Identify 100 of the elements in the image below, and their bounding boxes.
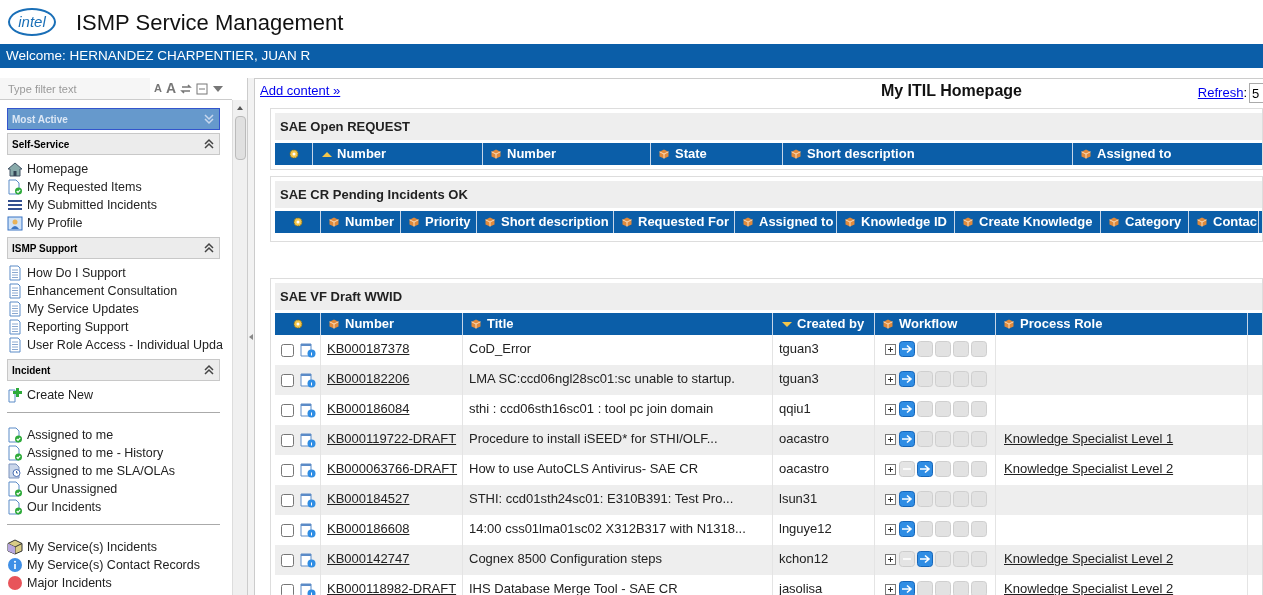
nav-link[interactable]: Our Incidents	[27, 497, 102, 517]
row-checkbox[interactable]	[281, 583, 294, 595]
font-larger-button[interactable]: A	[165, 78, 176, 99]
nav-link[interactable]: Assigned to me - History	[27, 443, 164, 463]
expand-icon[interactable]	[885, 404, 896, 415]
role-link[interactable]: Knowledge Specialist Level 2	[1004, 581, 1174, 595]
nav-link[interactable]: User Role Access - Individual Upda	[27, 335, 223, 355]
column-header[interactable]: Category	[1101, 211, 1189, 233]
collapse-icon[interactable]	[203, 364, 215, 376]
font-smaller-button[interactable]: A	[153, 80, 162, 97]
add-content-link[interactable]: Add content »	[260, 81, 660, 101]
arrow-step-icon[interactable]	[899, 341, 915, 357]
nav-link[interactable]: Homepage	[27, 159, 89, 179]
collapse-all-icon[interactable]	[196, 82, 208, 95]
gear-icon[interactable]	[291, 318, 304, 330]
nav-link[interactable]: My Service(s) Incidents	[27, 537, 157, 557]
article-link[interactable]: KB000119722-DRAFT	[327, 431, 457, 446]
refresh-field[interactable]: 5	[1249, 83, 1263, 103]
column-header[interactable]: Number	[483, 143, 651, 165]
nav-link[interactable]: Assigned to me	[27, 425, 114, 445]
section-header[interactable]: Self-Service	[7, 133, 220, 155]
article-link[interactable]: KB000186084	[327, 401, 410, 416]
section-header[interactable]: ISMP Support	[7, 237, 220, 259]
nav-link[interactable]: Assigned to me SLA/OLAs	[27, 461, 175, 481]
column-header[interactable]: Knowledge ID	[837, 211, 955, 233]
role-link[interactable]: Knowledge Specialist Level 1	[1004, 431, 1174, 446]
arrow-step-icon[interactable]	[899, 521, 915, 537]
row-checkbox[interactable]	[281, 523, 294, 537]
arrow-step-icon[interactable]	[917, 551, 933, 567]
column-header[interactable]: Create Knowledge	[955, 211, 1101, 233]
row-checkbox[interactable]	[281, 553, 294, 567]
info-document-icon[interactable]	[300, 582, 316, 595]
arrow-step-icon[interactable]	[917, 461, 933, 477]
expand-icon[interactable]	[885, 524, 896, 535]
nav-link[interactable]: Reporting Support	[27, 317, 129, 337]
nav-link[interactable]: My Requested Items	[27, 177, 142, 197]
splitter-handle[interactable]	[249, 333, 253, 340]
article-link[interactable]: KB000187378	[327, 341, 410, 356]
nav-link[interactable]: How Do I Support	[27, 263, 126, 283]
arrow-step-icon[interactable]	[899, 401, 915, 417]
info-document-icon[interactable]	[300, 522, 316, 538]
column-header[interactable]: Assigned to	[1073, 143, 1262, 165]
refresh-icon[interactable]	[180, 82, 192, 95]
expand-icon[interactable]	[885, 554, 896, 565]
filter-field[interactable]: Type filter text	[0, 78, 150, 99]
row-checkbox[interactable]	[281, 403, 294, 417]
row-checkbox[interactable]	[281, 433, 294, 447]
column-header[interactable]: Number	[321, 211, 401, 233]
info-document-icon[interactable]	[300, 432, 316, 448]
column-header[interactable]: Short description	[783, 143, 1073, 165]
arrow-step-icon[interactable]	[899, 491, 915, 507]
row-checkbox[interactable]	[281, 343, 294, 357]
info-document-icon[interactable]	[300, 462, 316, 478]
article-link[interactable]: KB000063766-DRAFT	[327, 461, 458, 476]
column-header[interactable]: Priority	[401, 211, 477, 233]
article-link[interactable]: KB000186608	[327, 521, 410, 536]
arrow-step-icon[interactable]	[899, 431, 915, 447]
arrow-step-icon[interactable]	[899, 581, 915, 595]
expand-icon[interactable]	[885, 584, 896, 595]
article-link[interactable]: KB000118982-DRAFT	[327, 581, 457, 595]
column-header[interactable]: Contac	[1189, 211, 1259, 233]
role-link[interactable]: Knowledge Specialist Level 2	[1004, 551, 1174, 566]
row-checkbox[interactable]	[281, 463, 294, 477]
expand-icon[interactable]	[885, 344, 896, 355]
expand-icon[interactable]	[885, 434, 896, 445]
nav-link[interactable]: My Submitted Incidents	[27, 195, 157, 215]
nav-link[interactable]: Our Unassigned	[27, 479, 118, 499]
row-checkbox[interactable]	[281, 493, 294, 507]
nav-link[interactable]: Major Incidents	[27, 573, 112, 593]
column-header[interactable]: Requested For	[614, 211, 735, 233]
nav-link[interactable]: My Service Updates	[27, 299, 139, 319]
nav-link[interactable]: My Profile	[27, 213, 83, 233]
scrollbar-thumb[interactable]	[234, 116, 246, 160]
article-link[interactable]: KB000184527	[327, 491, 410, 506]
column-header[interactable]: Short description	[477, 211, 614, 233]
article-link[interactable]: KB000142747	[327, 551, 410, 566]
info-document-icon[interactable]	[300, 342, 316, 358]
nav-link[interactable]: Create New	[27, 385, 93, 405]
info-document-icon[interactable]	[300, 402, 316, 418]
collapse-icon[interactable]	[203, 138, 215, 150]
info-document-icon[interactable]	[300, 372, 316, 388]
expand-icon[interactable]	[885, 494, 896, 505]
nav-link[interactable]: My Service(s) Contact Records	[27, 555, 200, 575]
expand-icon[interactable]	[885, 374, 896, 385]
arrow-step-icon[interactable]	[899, 371, 915, 387]
role-link[interactable]: Knowledge Specialist Level 2	[1004, 461, 1174, 476]
column-header[interactable]: State	[651, 143, 783, 165]
info-document-icon[interactable]	[300, 552, 316, 568]
column-header[interactable]: Number	[313, 143, 483, 165]
section-header[interactable]: Incident	[7, 359, 220, 381]
row-checkbox[interactable]	[281, 373, 294, 387]
expand-icon[interactable]	[885, 464, 896, 475]
gear-icon[interactable]	[287, 148, 300, 160]
collapse-icon[interactable]	[203, 242, 215, 254]
info-document-icon[interactable]	[300, 492, 316, 508]
gear-icon[interactable]	[291, 216, 304, 228]
scroll-up-icon[interactable]	[236, 104, 244, 112]
column-header[interactable]: Assigned to	[735, 211, 837, 233]
nav-link[interactable]: Enhancement Consultation	[27, 281, 178, 301]
scrollbar[interactable]	[232, 100, 247, 595]
